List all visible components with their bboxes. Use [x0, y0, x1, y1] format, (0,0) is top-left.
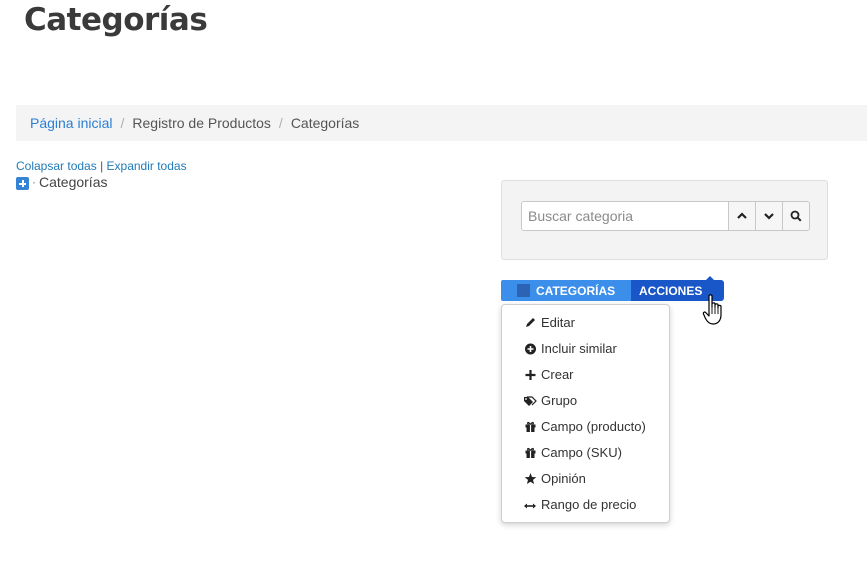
menu-item-label: Campo (producto) — [541, 418, 646, 434]
expand-all-link[interactable]: Expandir todas — [107, 159, 187, 173]
star-icon — [523, 471, 537, 485]
actions-dropdown-menu: Editar Incluir similar Crear Grupo Campo… — [501, 304, 670, 523]
page-title: Categorías — [24, 2, 208, 38]
plus-icon — [523, 367, 537, 381]
search-prev-button[interactable] — [728, 202, 755, 230]
breadcrumb: Página inicial / Registro de Productos /… — [16, 105, 867, 141]
menu-item-label: Rango de precio — [541, 496, 637, 512]
tags-icon — [523, 393, 537, 407]
tab-categorias-label: CATEGORÍAS — [536, 283, 616, 298]
tree-toggle-links: Colapsar todas | Expandir todas — [16, 159, 187, 173]
tree-links-divider: | — [100, 159, 104, 173]
collapse-all-link[interactable]: Colapsar todas — [16, 159, 97, 173]
search-group — [521, 201, 810, 231]
gift-icon — [523, 445, 537, 459]
menu-item-crear[interactable]: Crear — [523, 363, 574, 385]
search-panel — [501, 180, 828, 260]
search-input[interactable] — [522, 202, 728, 230]
tab-bar: CATEGORÍAS ACCIONES — [501, 276, 724, 301]
menu-item-rango-precio[interactable]: Rango de precio — [523, 493, 636, 515]
menu-item-label: Editar — [541, 314, 575, 330]
breadcrumb-registro-productos[interactable]: Registro de Productos — [132, 115, 271, 131]
breadcrumb-home-link[interactable]: Página inicial — [30, 115, 113, 131]
tree-connector: · — [32, 175, 36, 189]
hand-pointer-cursor-icon — [702, 294, 722, 325]
select-all-square-icon[interactable] — [517, 284, 530, 297]
menu-item-label: Crear — [541, 366, 574, 382]
menu-item-label: Grupo — [541, 392, 578, 408]
menu-item-label: Opinión — [541, 470, 586, 486]
menu-item-campo-sku[interactable]: Campo (SKU) — [523, 441, 622, 463]
tree-root-node[interactable]: · Categorías — [16, 174, 107, 190]
gift-icon — [523, 419, 537, 433]
arrows-horizontal-icon — [523, 497, 537, 511]
breadcrumb-separator: / — [278, 115, 283, 131]
search-next-button[interactable] — [755, 202, 782, 230]
menu-item-label: Incluir similar — [541, 340, 617, 356]
tree-root-label[interactable]: Categorías — [39, 174, 107, 190]
search-icon — [790, 210, 802, 222]
menu-item-label: Campo (SKU) — [541, 444, 622, 460]
expand-plus-icon[interactable] — [16, 177, 29, 190]
chevron-up-icon — [737, 212, 747, 219]
menu-item-campo-producto[interactable]: Campo (producto) — [523, 415, 646, 437]
menu-item-incluir-similar[interactable]: Incluir similar — [523, 337, 617, 359]
tab-categorias[interactable]: CATEGORÍAS — [501, 280, 631, 301]
pencil-icon — [523, 315, 537, 329]
chevron-down-icon — [764, 213, 774, 220]
menu-item-editar[interactable]: Editar — [523, 311, 575, 333]
plus-circle-icon — [523, 341, 537, 355]
breadcrumb-current: Categorías — [290, 115, 360, 131]
menu-item-grupo[interactable]: Grupo — [523, 389, 577, 411]
menu-item-opinion[interactable]: Opinión — [523, 467, 586, 489]
tab-acciones-label: ACCIONES — [639, 283, 703, 298]
search-button[interactable] — [782, 202, 809, 230]
breadcrumb-separator: / — [120, 115, 125, 131]
